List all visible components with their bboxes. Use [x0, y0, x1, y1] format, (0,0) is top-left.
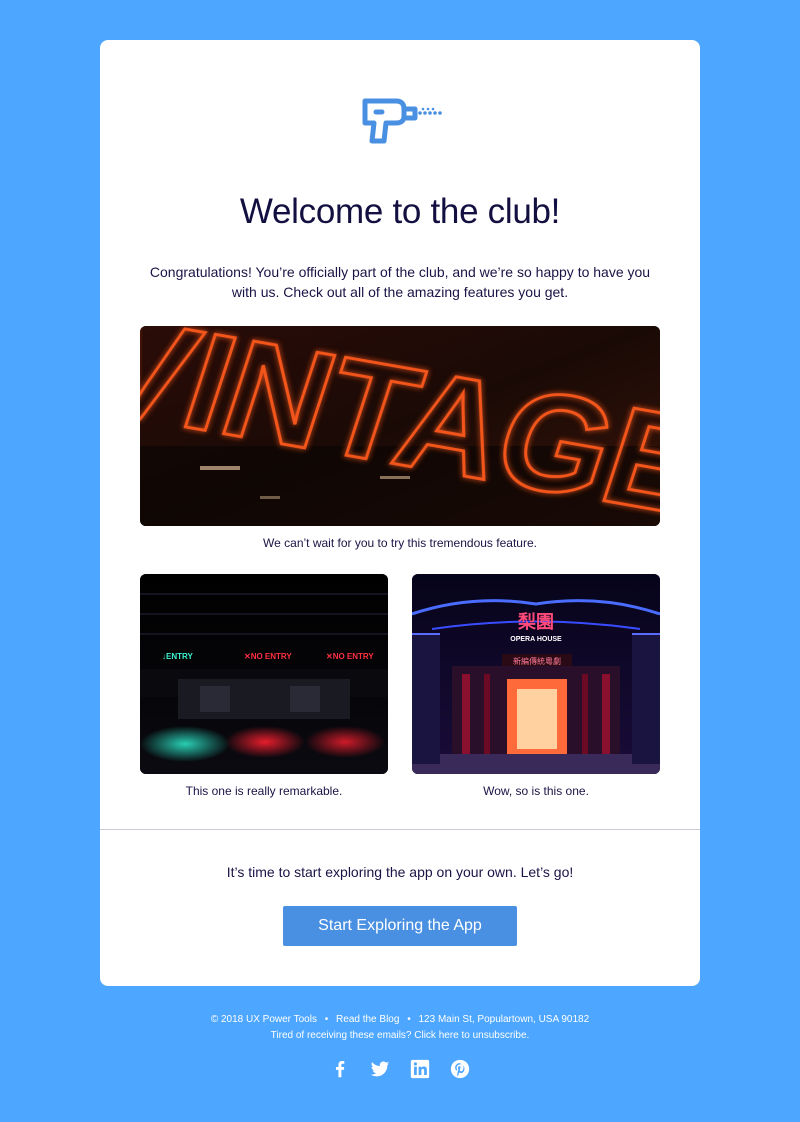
intro-text: Congratulations! You’re officially part …: [149, 264, 651, 300]
left-caption: This one is really remarkable.: [185, 784, 343, 798]
pinterest-icon[interactable]: [449, 1058, 471, 1080]
email-card: Welcome to the club! Congratulations! Yo…: [100, 40, 700, 986]
hero-caption: We can’t wait for you to try this tremen…: [263, 536, 537, 550]
opera-house-sign: OPERA HOUSE: [510, 636, 562, 643]
blog-link[interactable]: Read the Blog: [336, 1014, 399, 1025]
neon-sign-illustration: VINTAGE: [140, 326, 660, 526]
opera-banner-sign: 新編傳統粵劇: [513, 656, 561, 666]
start-exploring-button[interactable]: Start Exploring the App: [283, 906, 517, 946]
bullet-separator: •: [324, 1014, 329, 1025]
hero-image: VINTAGE: [140, 326, 660, 526]
social-links: [0, 1058, 800, 1080]
entry-sign: ↓ENTRY: [162, 652, 193, 661]
parking-illustration: ↓ENTRY ✕NO ENTRY ✕NO ENTRY: [140, 574, 388, 774]
copyright-text: © 2018 UX Power Tools: [210, 1014, 317, 1025]
no-entry-sign-1: ✕NO ENTRY: [244, 652, 292, 661]
linkedin-icon[interactable]: [409, 1058, 431, 1080]
page-title: Welcome to the club!: [239, 192, 561, 231]
bullet-separator: •: [407, 1014, 411, 1025]
opera-house-illustration: 梨園 OPERA HOUSE 新編傳統粵劇: [412, 574, 660, 774]
parking-entrance-image: ↓ENTRY ✕NO ENTRY ✕NO ENTRY: [140, 574, 388, 774]
address-text: 123 Main St, Populartown, USA 90182: [418, 1014, 590, 1025]
opera-house-image: 梨園 OPERA HOUSE 新編傳統粵劇: [412, 574, 660, 774]
divider: [100, 829, 700, 830]
no-entry-sign-2: ✕NO ENTRY: [326, 652, 374, 661]
footer-line-1: © 2018 UX Power Tools • Read the Blog • …: [0, 1012, 800, 1028]
drill-icon: [362, 98, 442, 144]
unsubscribe-link[interactable]: Tired of receiving these emails? Click h…: [271, 1030, 530, 1041]
cta-text: It’s time to start exploring the app on …: [226, 864, 574, 880]
right-caption: Wow, so is this one.: [483, 784, 589, 798]
facebook-icon[interactable]: [329, 1058, 351, 1080]
opera-chinese-sign: 梨園: [518, 611, 554, 633]
footer: © 2018 UX Power Tools • Read the Blog • …: [0, 1012, 800, 1044]
footer-line-2: Tired of receiving these emails? Click h…: [0, 1028, 800, 1044]
twitter-icon[interactable]: [369, 1058, 391, 1080]
